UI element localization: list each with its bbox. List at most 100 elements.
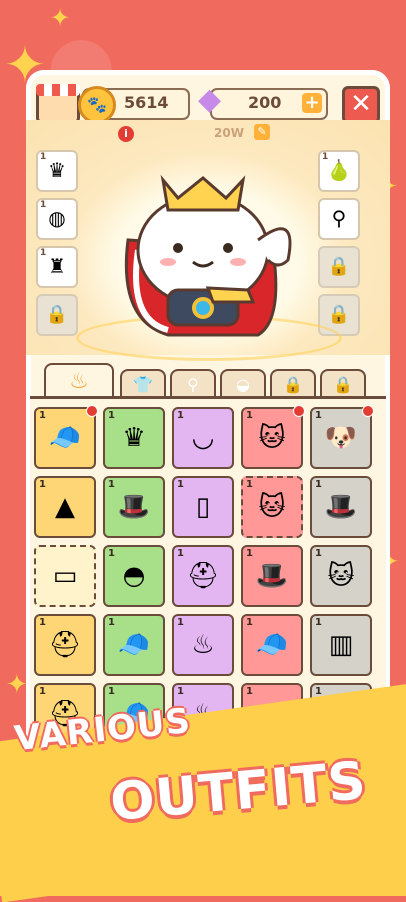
paw-coin-icon: 🐾: [78, 86, 116, 124]
level-label: 1: [177, 410, 184, 421]
top-hat-icon: ▯: [195, 492, 211, 522]
whisk-icon: ⚲: [187, 375, 199, 394]
outfit-cell[interactable]: 1 🎩: [241, 545, 303, 607]
level-label: 1: [246, 410, 253, 421]
cat-character: [124, 174, 292, 337]
equip-slot[interactable]: 🔒: [318, 246, 360, 288]
beard-icon: ▥: [328, 630, 354, 660]
level-label: 1: [315, 548, 322, 559]
close-button[interactable]: ✕: [342, 86, 380, 124]
traffic-cone-icon: ▲: [55, 492, 75, 522]
egg-icon: ◒: [236, 375, 250, 394]
level-label: 1: [177, 548, 184, 559]
equip-slot[interactable]: ⚲: [318, 198, 360, 240]
outfit-cell[interactable]: 1 ▲: [34, 476, 96, 538]
dog-mask-icon: 🐶: [324, 423, 358, 453]
level-label: 1: [39, 410, 46, 421]
level-label: 1: [39, 479, 46, 490]
black-top-hat-icon: 🎩: [255, 561, 289, 591]
leprechaun-hat-icon: 🎩: [324, 492, 358, 522]
outfit-cell[interactable]: 1 🐱: [310, 545, 372, 607]
equip-slot[interactable]: 1 🍐: [318, 150, 360, 192]
outfit-cell[interactable]: 1♨: [172, 614, 234, 676]
promo-banner: VARIOUS OUTFITS: [0, 679, 406, 902]
gem-icon: ◆: [198, 82, 222, 117]
lock-icon: 🔒: [327, 304, 351, 325]
shop-button[interactable]: [36, 84, 80, 124]
green-cap-icon: 🧢: [117, 630, 151, 660]
cat-mask-icon: 🐱: [258, 492, 286, 522]
tab-clothes[interactable]: 👕: [120, 369, 166, 399]
sun-hat-icon: ◓: [122, 561, 146, 591]
level-label: 1: [177, 686, 184, 697]
spatula-icon: ⚲: [331, 206, 347, 230]
coin-value: 5614: [124, 93, 169, 112]
tab-locked[interactable]: 🔒: [320, 369, 366, 399]
lock-icon: 🔒: [283, 375, 303, 394]
equip-slot[interactable]: 🔒: [36, 294, 78, 336]
outfit-cell[interactable]: 1 🎩: [103, 476, 165, 538]
outfit-cell[interactable]: 1 ◓: [103, 545, 165, 607]
lock-icon: 🔒: [45, 304, 69, 325]
new-badge: [293, 405, 305, 417]
outfit-cell[interactable]: 1🧢: [34, 405, 98, 469]
equip-slot[interactable]: 1 ♛: [36, 150, 78, 192]
crown-icon: ♛: [122, 423, 146, 453]
info-icon[interactable]: i: [118, 126, 134, 142]
lock-icon: 🔒: [333, 375, 353, 394]
white-cap-icon: ▭: [52, 561, 78, 591]
sparkle-icon: ✦: [50, 4, 71, 32]
outfit-cell[interactable]: 1 ⛑: [34, 614, 96, 676]
lock-icon: 🔒: [327, 256, 351, 277]
fire-helmet-icon: ⛑: [48, 630, 82, 660]
level-label: 1: [108, 548, 115, 559]
shirt-icon: 👕: [133, 375, 153, 394]
outfit-cell[interactable]: 1 ♛: [103, 407, 165, 469]
level-label: 1: [246, 479, 253, 490]
outfit-cell[interactable]: 1 🎩: [310, 476, 372, 538]
level-label: 1: [39, 686, 46, 697]
ninja-mask-icon: 🐱: [327, 561, 355, 591]
rattle-icon: ♜: [48, 254, 66, 278]
hard-hat-icon: ⛑: [186, 561, 220, 591]
edit-icon[interactable]: ✎: [254, 124, 270, 140]
equip-slot[interactable]: 1 ♜: [36, 246, 78, 288]
outfit-cell[interactable]: 1 ⛑: [172, 545, 234, 607]
blue-cap-icon: 🧢: [255, 630, 289, 660]
bowler-hat-icon: 🎩: [117, 492, 151, 522]
cape-collar-icon: ◍: [48, 206, 66, 230]
level-label: 1: [246, 617, 253, 628]
chef-hat-icon: ♨: [69, 369, 89, 394]
level-label: 1: [315, 617, 322, 628]
level-label: 1: [246, 548, 253, 559]
level-label: 1: [108, 479, 115, 490]
tab-locked[interactable]: 🔒: [270, 369, 316, 399]
outfit-cell[interactable]: 1🧢: [241, 614, 303, 676]
outfit-cell[interactable]: 1 🐱: [241, 476, 303, 538]
app-screen: 🐾 5614 ◆ 200 + ✕ i 20W ✎ 1 ♛ 1 ◍ 1 ♜ 🔒 1 🍐 ⚲ 🔒 🔒: [26, 70, 390, 760]
tab-hats[interactable]: ♨: [44, 363, 114, 399]
equip-slot[interactable]: 1 ◍: [36, 198, 78, 240]
outfit-cell[interactable]: 1 🐱: [241, 405, 305, 469]
level-label: 1: [177, 617, 184, 628]
gem-value: 200: [248, 93, 282, 112]
level-label: 1: [315, 410, 322, 421]
level-label: 1: [108, 686, 115, 697]
add-gems-button[interactable]: +: [302, 93, 322, 113]
tab-pets[interactable]: ◒: [220, 369, 266, 399]
top-bar: 🐾 5614 ◆ 200 + ✕: [26, 84, 390, 124]
character-stage: i 20W ✎ 1 ♛ 1 ◍ 1 ♜ 🔒 1 🍐 ⚲ 🔒 🔒: [26, 120, 390, 361]
outfit-cell[interactable]: 1 🐶: [310, 405, 374, 469]
level-label: 1: [108, 617, 115, 628]
outfit-cell[interactable]: 1 ▯: [172, 476, 234, 538]
outfit-cell[interactable]: 1 ◡: [172, 407, 234, 469]
level-label: 1: [177, 479, 184, 490]
outfit-cell[interactable]: ▭: [34, 545, 96, 607]
power-label: 20W: [214, 126, 244, 140]
outfit-cell[interactable]: 1🧢: [103, 614, 165, 676]
level-label: 1: [39, 617, 46, 628]
tab-tools[interactable]: ⚲: [170, 369, 216, 399]
coin-counter: 🐾 5614: [78, 86, 190, 124]
bowl-icon: ◡: [191, 423, 215, 453]
outfit-cell[interactable]: 1▥: [310, 614, 372, 676]
